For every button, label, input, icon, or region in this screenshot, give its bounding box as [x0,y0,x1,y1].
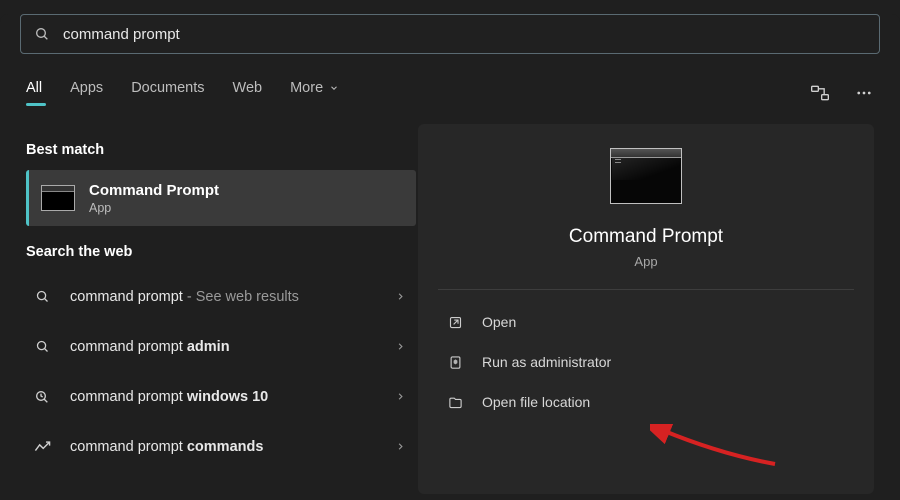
best-match-label: Best match [26,142,418,158]
action-run-as-administrator[interactable]: Run as administrator [438,342,854,382]
web-result-text: command prompt commands [70,439,395,455]
web-result-text: command prompt admin [70,339,395,355]
tab-all[interactable]: All [26,80,42,106]
open-icon [446,313,464,331]
action-label: Run as administrator [482,354,611,370]
best-match-title: Command Prompt [89,182,219,199]
preview-title: Command Prompt [569,226,723,248]
chevron-right-icon [395,441,406,452]
web-result[interactable]: command prompt commands [26,422,416,472]
preview-subtitle: App [634,254,657,269]
web-result-text: command prompt windows 10 [70,389,395,405]
web-result[interactable]: command prompt admin [26,322,416,372]
tab-more-label: More [290,80,323,96]
folder-icon [446,393,464,411]
search-icon [32,337,52,357]
web-result[interactable]: command prompt windows 10 [26,372,416,422]
chevron-down-icon [329,83,339,93]
best-match-result[interactable]: Command Prompt App [26,170,416,226]
best-match-subtitle: App [89,201,219,215]
tab-documents[interactable]: Documents [131,80,204,106]
action-label: Open file location [482,394,590,410]
divider [438,289,854,290]
chevron-right-icon [395,341,406,352]
search-icon [33,25,51,43]
search-box[interactable] [20,14,880,54]
chevron-right-icon [395,391,406,402]
flow-icon[interactable] [810,83,830,103]
chevron-right-icon [395,291,406,302]
command-prompt-icon [610,148,682,204]
trending-icon [32,437,52,457]
tab-web[interactable]: Web [233,80,263,106]
action-open-file-location[interactable]: Open file location [438,382,854,422]
search-icon [32,287,52,307]
search-web-label: Search the web [26,244,418,260]
web-result-text: command prompt - See web results [70,289,395,305]
web-results-list: command prompt - See web results command… [26,272,418,472]
command-prompt-icon [41,185,75,211]
filter-tabs: All Apps Documents Web More [26,80,810,106]
action-label: Open [482,314,516,330]
shield-icon [446,353,464,371]
search-history-icon [32,387,52,407]
tab-apps[interactable]: Apps [70,80,103,106]
preview-panel: Command Prompt App Open Run as administr… [418,124,874,494]
more-icon[interactable] [854,83,874,103]
web-result[interactable]: command prompt - See web results [26,272,416,322]
tab-more[interactable]: More [290,80,339,106]
search-input[interactable] [63,26,867,43]
action-open[interactable]: Open [438,302,854,342]
